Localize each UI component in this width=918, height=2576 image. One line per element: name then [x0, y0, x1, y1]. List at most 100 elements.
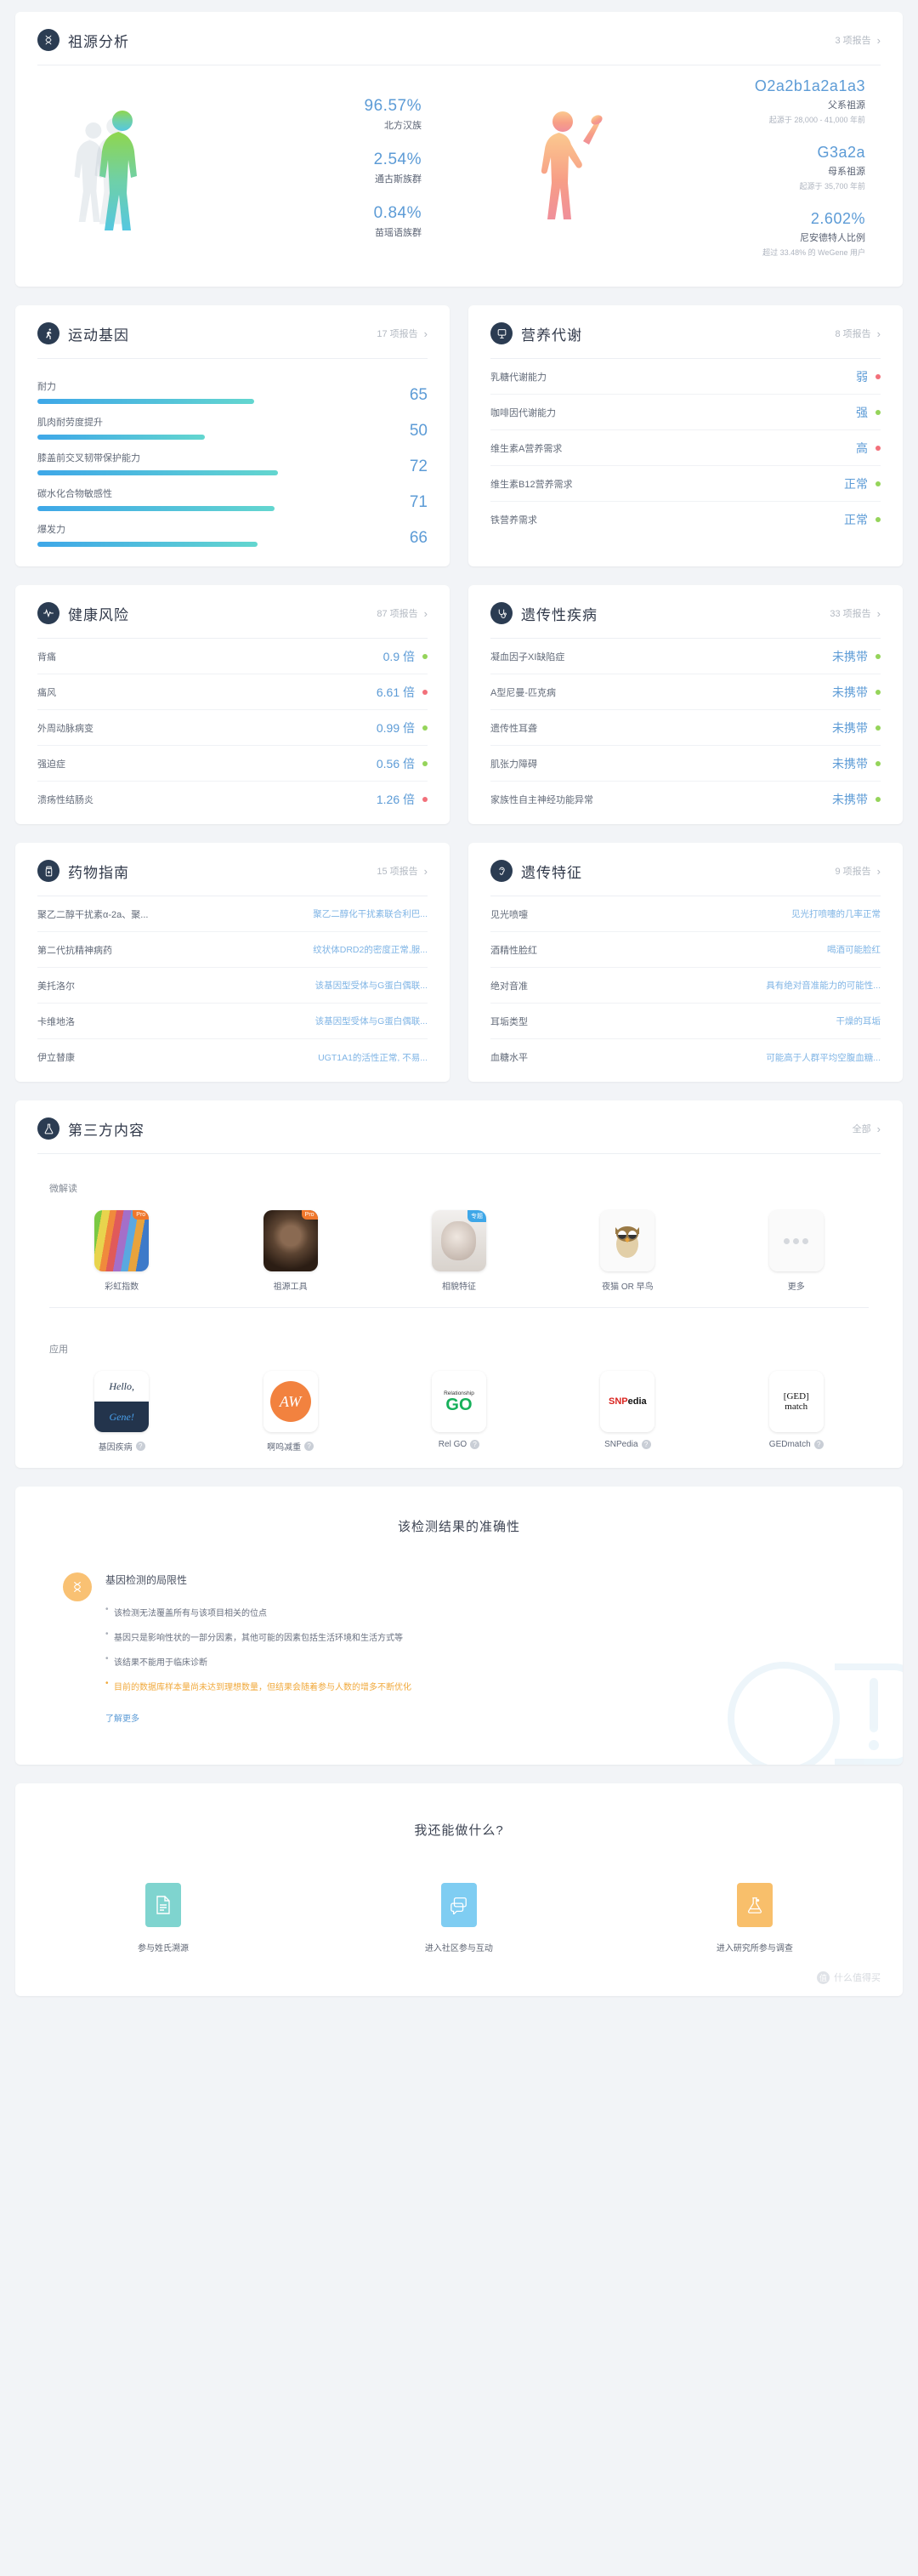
- what-else-item[interactable]: 进入社区参与互动: [311, 1883, 607, 1953]
- sports-bar-row[interactable]: 耐力 65: [37, 369, 428, 405]
- help-icon[interactable]: ?: [641, 1440, 651, 1449]
- drug-guide-reports-link[interactable]: 15 项报告 ›: [377, 864, 428, 878]
- help-icon[interactable]: ?: [813, 1440, 824, 1449]
- health-risk-row[interactable]: 溃疡性结肠炎 1.26 倍: [37, 782, 428, 817]
- weijiedu-item[interactable]: Pro 祖源工具: [206, 1210, 374, 1292]
- sports-bar-row[interactable]: 爆发力 66: [37, 512, 428, 548]
- genetic-disease-row[interactable]: 凝血因子XI缺陷症 未携带: [490, 639, 881, 674]
- health-risk-row[interactable]: 外周动脉病变 0.99 倍: [37, 710, 428, 746]
- third-party-header[interactable]: 第三方内容 全部 ›: [15, 1100, 903, 1153]
- what-else-item[interactable]: 进入研究所参与调查: [607, 1883, 903, 1953]
- traits-row[interactable]: 绝对音准 具有绝对音准能力的可能性...: [490, 968, 881, 1004]
- genetic-disease-row[interactable]: 肌张力障碍 未携带: [490, 746, 881, 782]
- ancestry-population-item[interactable]: 2.54% 通古斯族群: [229, 151, 422, 185]
- learn-more-link[interactable]: 了解更多: [105, 1711, 411, 1724]
- genetic-disease-reports-link[interactable]: 33 项报告 ›: [830, 606, 881, 620]
- traits-value[interactable]: 见光打喷嚏的几率正常: [791, 907, 881, 920]
- genetic-disease-value: 未携带: [832, 685, 868, 699]
- genetic-disease-label: 家族性自主神经功能异常: [490, 795, 593, 805]
- drug-guide-row[interactable]: 伊立替康 UGT1A1的活性正常, 不易...: [37, 1039, 428, 1075]
- nutrition-header[interactable]: 营养代谢 8 项报告 ›: [468, 305, 903, 358]
- ancestry-header[interactable]: 祖源分析 3 项报告 ›: [15, 12, 903, 65]
- row-drug-traits: 药物指南 15 项报告 › 聚乙二醇干扰素α-2a、聚... 聚乙二醇化干扰素联…: [15, 843, 903, 1100]
- chevron-right-icon: ›: [423, 327, 428, 340]
- weijiedu-item[interactable]: 夜猫 OR 早鸟: [543, 1210, 711, 1292]
- sports-reports-link[interactable]: 17 项报告 ›: [377, 327, 428, 340]
- traits-row[interactable]: 酒精性脸红 喝酒可能脸红: [490, 932, 881, 968]
- traits-row[interactable]: 血糖水平 可能高于人群平均空腹血糖...: [490, 1039, 881, 1075]
- nutrition-row[interactable]: 乳糖代谢能力 弱: [490, 359, 881, 395]
- haplogroup-maternal[interactable]: G3a2a 母系祖源 起源于 35,700 年前: [672, 144, 865, 191]
- nutrition-header-left: 营养代谢: [490, 322, 582, 344]
- health-risk-row[interactable]: 背痛 0.9 倍: [37, 639, 428, 674]
- help-icon[interactable]: ?: [304, 1442, 314, 1451]
- genetic-disease-header[interactable]: 遗传性疾病 33 项报告 ›: [468, 585, 903, 638]
- nutrition-row[interactable]: 维生素A营养需求 高: [490, 430, 881, 466]
- app-item[interactable]: Relationship GO Rel GO ?: [375, 1371, 543, 1453]
- genetic-disease-row[interactable]: 家族性自主神经功能异常 未携带: [490, 782, 881, 817]
- traits-reports-link[interactable]: 9 项报告 ›: [835, 864, 881, 878]
- drug-guide-value[interactable]: 纹状体DRD2的密度正常,服...: [313, 943, 428, 956]
- weijiedu-item[interactable]: 专题 相貌特征: [375, 1210, 543, 1292]
- weijiedu-item[interactable]: Pro 彩虹指数: [37, 1210, 206, 1292]
- relgo-thumb: Relationship GO: [431, 1371, 486, 1432]
- health-risk-label: 外周动脉病变: [37, 723, 94, 734]
- genetic-disease-row[interactable]: 遗传性耳聋 未携带: [490, 710, 881, 746]
- hello-gene-thumb: Hello, Gene!: [94, 1371, 150, 1432]
- drug-guide-value[interactable]: 该基因型受体与G蛋白偶联...: [315, 979, 428, 992]
- help-icon[interactable]: ?: [470, 1440, 480, 1449]
- help-icon[interactable]: ?: [135, 1442, 145, 1451]
- health-risk-header[interactable]: 健康风险 87 项报告 ›: [15, 585, 450, 638]
- traits-header[interactable]: 遗传特征 9 项报告 ›: [468, 843, 903, 896]
- haplogroup-paternal[interactable]: O2a2b1a2a1a3 父系祖源 起源于 28,000 - 41,000 年前: [672, 77, 865, 125]
- drug-guide-row[interactable]: 卡维地洛 该基因型受体与G蛋白偶联...: [37, 1004, 428, 1039]
- genetic-disease-row[interactable]: A型尼曼-匹克病 未携带: [490, 674, 881, 710]
- health-risk-row[interactable]: 痛风 6.61 倍: [37, 674, 428, 710]
- traits-value[interactable]: 具有绝对音准能力的可能性...: [766, 979, 881, 992]
- traits-row[interactable]: 见光喷嚏 见光打喷嚏的几率正常: [490, 896, 881, 932]
- health-risk-value: 0.99 倍: [376, 720, 415, 735]
- drug-guide-row[interactable]: 聚乙二醇干扰素α-2a、聚... 聚乙二醇化干扰素联合利巴...: [37, 896, 428, 932]
- app-item[interactable]: SNP edia SNPedia ?: [543, 1371, 711, 1453]
- nutrition-row[interactable]: 维生素B12营养需求 正常: [490, 466, 881, 502]
- ancestry-haplogroup-list: O2a2b1a2a1a3 父系祖源 起源于 28,000 - 41,000 年前…: [672, 77, 903, 258]
- traits-row[interactable]: 耳垢类型 干燥的耳垢: [490, 1004, 881, 1039]
- weijiedu-item[interactable]: 更多: [712, 1210, 881, 1292]
- what-else-item[interactable]: 参与姓氏溯源: [15, 1883, 311, 1953]
- population-label: 苗瑶语族群: [374, 227, 422, 238]
- sports-bar-row[interactable]: 碳水化合物敏感性 71: [37, 476, 428, 512]
- traits-value[interactable]: 可能高于人群平均空腹血糖...: [766, 1051, 881, 1064]
- drug-guide-value[interactable]: 该基因型受体与G蛋白偶联...: [315, 1015, 428, 1027]
- genetic-disease-card: 遗传性疾病 33 项报告 › 凝血因子XI缺陷症 未携带 A型尼曼-匹克病 未携…: [468, 585, 903, 824]
- drug-guide-value[interactable]: UGT1A1的活性正常, 不易...: [318, 1051, 428, 1064]
- neanderthal-ratio[interactable]: 2.602% 尼安德特人比例 超过 33.48% 的 WeGene 用户: [672, 210, 865, 258]
- ancestry-reports-link[interactable]: 3 项报告 ›: [835, 33, 881, 47]
- drug-guide-row[interactable]: 第二代抗精神病药 纹状体DRD2的密度正常,服...: [37, 932, 428, 968]
- nutrition-row[interactable]: 铁营养需求 正常: [490, 502, 881, 537]
- drug-guide-row[interactable]: 美托洛尔 该基因型受体与G蛋白偶联...: [37, 968, 428, 1004]
- sports-bar-row[interactable]: 膝盖前交叉韧带保护能力 72: [37, 441, 428, 476]
- third-party-all-link[interactable]: 全部 ›: [853, 1122, 881, 1135]
- app-item[interactable]: Hello, Gene! 基因疾病 ?: [37, 1371, 206, 1453]
- drug-guide-header[interactable]: 药物指南 15 项报告 ›: [15, 843, 450, 896]
- app-item[interactable]: AW 啊呜减重 ?: [206, 1371, 374, 1453]
- app-name-wrap: Rel GO ?: [439, 1440, 480, 1449]
- gedmatch-thumb: [GED] match: [768, 1371, 824, 1432]
- sports-header[interactable]: 运动基因 17 项报告 ›: [15, 305, 450, 358]
- health-risk-row[interactable]: 强迫症 0.56 倍: [37, 746, 428, 782]
- sports-bar-track: [37, 470, 371, 475]
- sports-bar-row[interactable]: 肌肉耐劳度提升 50: [37, 405, 428, 441]
- weijiedu-item-name-wrap: 祖源工具: [274, 1279, 308, 1292]
- ancestry-header-left: 祖源分析: [37, 29, 129, 51]
- ancestry-population-item[interactable]: 96.57% 北方汉族: [229, 97, 422, 132]
- traits-value[interactable]: 喝酒可能脸红: [827, 943, 881, 956]
- relgo-logo: Relationship GO: [431, 1371, 486, 1432]
- haplogroup-note: 起源于 35,700 年前: [799, 182, 865, 190]
- drug-guide-value[interactable]: 聚乙二醇化干扰素联合利巴...: [313, 907, 428, 920]
- nutrition-reports-link[interactable]: 8 项报告 ›: [835, 327, 881, 340]
- traits-value[interactable]: 干燥的耳垢: [836, 1015, 881, 1027]
- app-item[interactable]: [GED] match GEDmatch ?: [712, 1371, 881, 1453]
- ancestry-population-item[interactable]: 0.84% 苗瑶语族群: [229, 204, 422, 239]
- health-risk-reports-link[interactable]: 87 项报告 ›: [377, 606, 428, 620]
- nutrition-row[interactable]: 咖啡因代谢能力 强: [490, 395, 881, 430]
